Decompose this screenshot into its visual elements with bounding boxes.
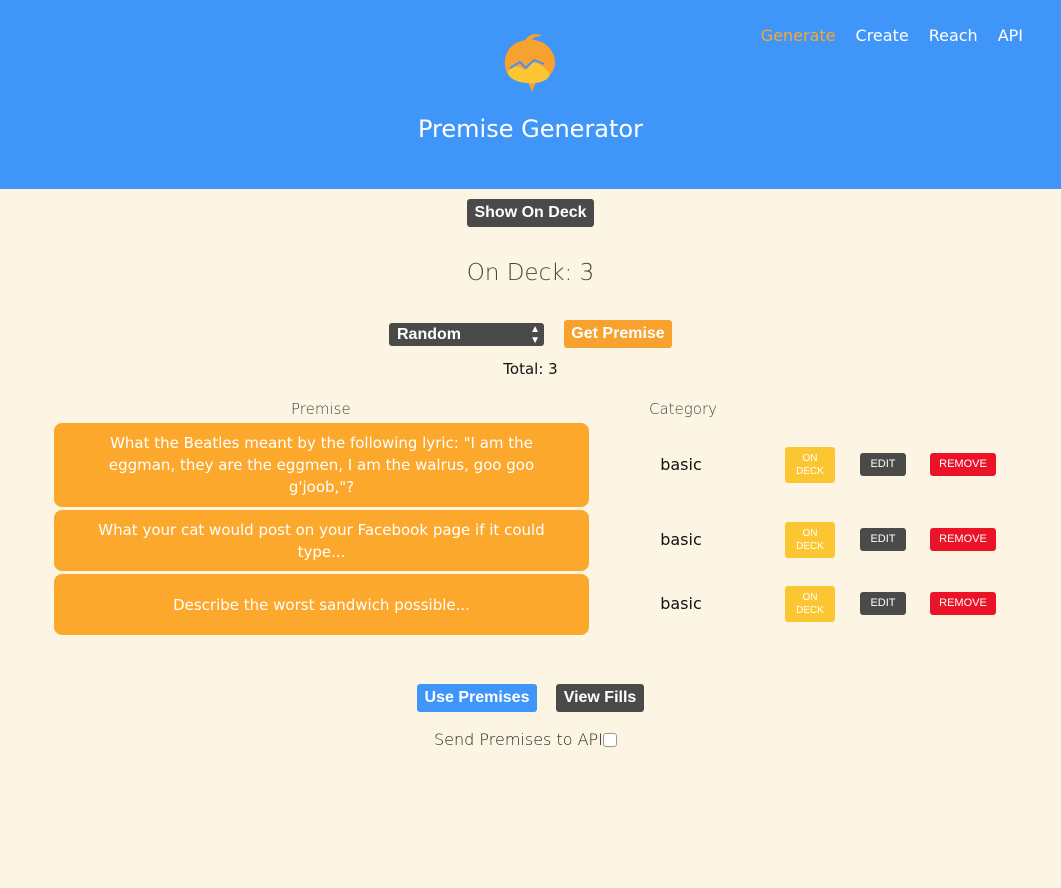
- remove-button[interactable]: REMOVE: [930, 453, 996, 476]
- premise-column-header: Premise: [291, 400, 351, 418]
- premise-card[interactable]: What the Beatles meant by the following …: [54, 423, 589, 507]
- main-nav: Generate Create Reach API: [761, 26, 1023, 45]
- total-count: Total: 3: [503, 360, 558, 378]
- select-arrows-icon: ▲ ▼: [530, 323, 540, 346]
- edit-button[interactable]: EDIT: [860, 592, 906, 615]
- remove-button[interactable]: REMOVE: [930, 592, 996, 615]
- on-deck-label-line1: ON: [802, 453, 818, 464]
- show-on-deck-button[interactable]: Show On Deck: [467, 199, 594, 227]
- on-deck-heading: On Deck: 3: [466, 260, 595, 286]
- category-cell: basic: [660, 530, 702, 549]
- nav-generate[interactable]: Generate: [761, 26, 836, 45]
- speech-bubble-logo-icon[interactable]: [498, 30, 560, 98]
- send-api-checkbox[interactable]: [603, 733, 617, 747]
- view-fills-button[interactable]: View Fills: [556, 684, 644, 712]
- send-api-label: Send Premises to API?: [434, 730, 612, 749]
- category-column-header: Category: [649, 400, 717, 418]
- category-cell: basic: [660, 594, 702, 613]
- edit-button[interactable]: EDIT: [860, 528, 906, 551]
- on-deck-label-line2: DECK: [796, 541, 824, 552]
- premise-card[interactable]: What your cat would post on your Faceboo…: [54, 510, 589, 571]
- on-deck-button[interactable]: ON DECK: [785, 522, 835, 558]
- site-title: Premise Generator: [418, 115, 643, 143]
- site-header: Premise Generator Generate Create Reach …: [0, 0, 1061, 189]
- on-deck-label-line1: ON: [802, 528, 818, 539]
- category-select-value: Random: [397, 326, 461, 343]
- nav-create[interactable]: Create: [856, 26, 909, 45]
- category-cell: basic: [660, 455, 702, 474]
- premise-card[interactable]: Describe the worst sandwich possible...: [54, 574, 589, 635]
- get-premise-button[interactable]: Get Premise: [564, 320, 672, 348]
- on-deck-label-line2: DECK: [796, 605, 824, 616]
- nav-api[interactable]: API: [998, 26, 1023, 45]
- category-select[interactable]: Random ▲ ▼: [389, 323, 544, 346]
- remove-button[interactable]: REMOVE: [930, 528, 996, 551]
- edit-button[interactable]: EDIT: [860, 453, 906, 476]
- on-deck-label-line1: ON: [802, 592, 818, 603]
- on-deck-button[interactable]: ON DECK: [785, 447, 835, 483]
- use-premises-button[interactable]: Use Premises: [417, 684, 537, 712]
- on-deck-button[interactable]: ON DECK: [785, 586, 835, 622]
- on-deck-label-line2: DECK: [796, 466, 824, 477]
- nav-reach[interactable]: Reach: [929, 26, 978, 45]
